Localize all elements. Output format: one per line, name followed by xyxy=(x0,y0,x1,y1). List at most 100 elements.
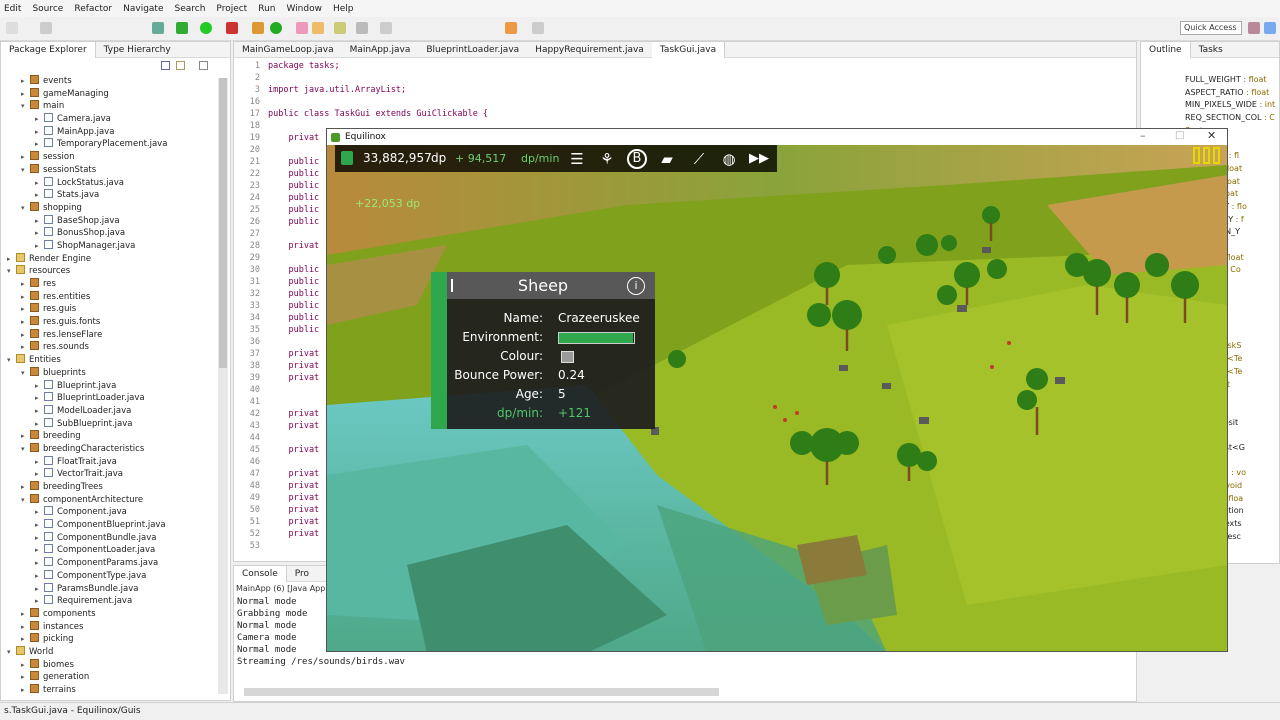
minimize-icon[interactable]: – xyxy=(1140,129,1146,143)
tree-item[interactable]: ▸ res.lenseFlare xyxy=(1,328,230,342)
twistie-icon[interactable]: ▸ xyxy=(35,595,44,608)
twistie-icon[interactable]: ▾ xyxy=(7,354,16,367)
tree-item[interactable]: ▸ VectorTrait.java xyxy=(1,468,230,481)
tree-item[interactable]: ▸ TemporaryPlacement.java xyxy=(1,138,230,151)
tree-item[interactable]: ▾ resources xyxy=(1,265,230,278)
tree-item[interactable]: ▸ SubBlueprint.java xyxy=(1,417,230,431)
tree-item[interactable]: ▸ ComponentBlueprint.java xyxy=(1,519,230,532)
tree-item[interactable]: ▸ ComponentParams.java xyxy=(1,557,230,570)
tree-item[interactable]: ▸ instances xyxy=(1,620,230,634)
back-icon[interactable] xyxy=(505,22,517,34)
java-perspective-icon[interactable] xyxy=(1264,22,1276,34)
twistie-icon[interactable]: ▸ xyxy=(21,291,30,304)
tree-item[interactable]: ▸ Camera.java xyxy=(1,113,230,126)
twistie-icon[interactable]: ▸ xyxy=(21,608,30,621)
tree-item[interactable]: ▾ blueprints xyxy=(1,366,230,380)
pause-icon[interactable] xyxy=(1193,147,1200,164)
tree-item[interactable]: ▾ breedingCharacteristics xyxy=(1,442,230,456)
tab-tasks[interactable]: Tasks xyxy=(1191,42,1231,58)
tree-item[interactable]: ▸ Stats.java xyxy=(1,189,230,202)
twistie-icon[interactable]: ▸ xyxy=(35,240,44,253)
menu-item[interactable]: Source xyxy=(32,4,63,14)
outline-item[interactable]: REQ_SECTION_COL : C xyxy=(1185,112,1279,125)
twistie-icon[interactable]: ▸ xyxy=(21,278,30,291)
twistie-icon[interactable]: ▸ xyxy=(21,88,30,101)
fast-forward-icon[interactable]: ▶▶ xyxy=(749,149,769,169)
tree-item[interactable]: ▸ Requirement.java xyxy=(1,595,230,608)
menu-item[interactable]: Search xyxy=(175,4,206,14)
tree-item[interactable]: ▸ breedingTrees xyxy=(1,481,230,494)
wand-icon[interactable]: ⟋ xyxy=(689,149,709,169)
tree-item[interactable]: ▸ res xyxy=(1,278,230,291)
tree-item[interactable]: ▸ terrains xyxy=(1,684,230,697)
twistie-icon[interactable]: ▾ xyxy=(21,164,30,177)
tab-progress[interactable]: Pro xyxy=(287,566,317,582)
menu-icon[interactable]: ☰ xyxy=(567,149,587,169)
tree-item[interactable]: ▾ main xyxy=(1,100,230,113)
menu-item[interactable]: Edit xyxy=(4,4,21,14)
twistie-icon[interactable]: ▸ xyxy=(35,380,44,393)
twistie-icon[interactable]: ▾ xyxy=(21,494,30,507)
quick-access-input[interactable]: Quick Access xyxy=(1180,21,1242,35)
tab-outline[interactable]: Outline xyxy=(1141,42,1191,58)
forward-icon[interactable] xyxy=(532,22,544,34)
scrollbar[interactable] xyxy=(218,78,228,694)
maximize-icon[interactable]: □ xyxy=(1175,129,1184,143)
twistie-icon[interactable]: ▸ xyxy=(35,519,44,532)
twistie-icon[interactable]: ▾ xyxy=(21,367,30,380)
tree-item[interactable]: ▸ events xyxy=(1,75,230,88)
tree-item[interactable]: ▾ shopping xyxy=(1,201,230,215)
editor-tab[interactable]: MainGameLoop.java xyxy=(234,42,342,58)
twistie-icon[interactable]: ▸ xyxy=(35,227,44,240)
tree-item[interactable]: ▸ res.sounds xyxy=(1,341,230,354)
pause-icon[interactable] xyxy=(1203,147,1210,164)
tree-item[interactable]: ▸ res.guis.fonts xyxy=(1,316,230,329)
outline-item[interactable]: MIN_PIXELS_WIDE : int xyxy=(1185,99,1279,112)
twistie-icon[interactable]: ▸ xyxy=(35,138,44,151)
run-icon[interactable] xyxy=(200,22,212,34)
twistie-icon[interactable]: ▸ xyxy=(21,659,30,672)
twistie-icon[interactable]: ▸ xyxy=(21,151,30,164)
twistie-icon[interactable]: ▸ xyxy=(35,506,44,519)
tree-item[interactable]: ▸ ShopManager.java xyxy=(1,239,230,253)
twistie-icon[interactable]: ▾ xyxy=(21,443,30,456)
collapse-all-icon[interactable] xyxy=(161,61,170,70)
tree-item[interactable]: ▸ res.entities xyxy=(1,290,230,304)
editor-tab[interactable]: TaskGui.java xyxy=(651,41,726,58)
twistie-icon[interactable]: ▸ xyxy=(35,418,44,431)
perspective-icon[interactable] xyxy=(1248,22,1260,34)
toggle-icon[interactable] xyxy=(380,22,392,34)
tree-item[interactable]: ▸ generation xyxy=(1,671,230,684)
menu-item[interactable]: Refactor xyxy=(74,4,112,14)
link-editor-icon[interactable] xyxy=(176,61,185,70)
menu-item[interactable]: Navigate xyxy=(123,4,163,14)
twistie-icon[interactable]: ▸ xyxy=(35,113,44,126)
twistie-icon[interactable]: ▾ xyxy=(7,646,16,659)
book-icon[interactable]: ▰ xyxy=(657,149,677,169)
twistie-icon[interactable]: ▸ xyxy=(35,583,44,596)
twistie-icon[interactable]: ▸ xyxy=(35,544,44,557)
twistie-icon[interactable]: ▸ xyxy=(21,621,30,634)
tree-item[interactable]: ▸ Render Engine xyxy=(1,252,230,266)
tree-item[interactable]: ▸ BlueprintLoader.java xyxy=(1,392,230,405)
tree-item[interactable]: ▸ MainApp.java xyxy=(1,125,230,139)
twistie-icon[interactable]: ▸ xyxy=(35,177,44,190)
twistie-icon[interactable]: ▸ xyxy=(21,430,30,443)
tree-item[interactable]: ▸ ParamsBundle.java xyxy=(1,582,230,596)
new-class-icon[interactable] xyxy=(270,22,282,34)
b-icon[interactable]: B xyxy=(627,149,647,169)
tree-item[interactable]: ▸ session xyxy=(1,151,230,164)
twistie-icon[interactable]: ▸ xyxy=(35,468,44,481)
tree-item[interactable]: ▸ breeding xyxy=(1,430,230,443)
outline-item[interactable]: FULL_WEIGHT : float xyxy=(1185,74,1279,87)
editor-tab[interactable]: MainApp.java xyxy=(342,42,419,58)
tree-item[interactable]: ▸ LockStatus.java xyxy=(1,176,230,190)
tab-type-hierarchy[interactable]: Type Hierarchy xyxy=(96,42,179,58)
new-java-package-icon[interactable] xyxy=(252,22,264,34)
twistie-icon[interactable]: ▸ xyxy=(21,481,30,494)
scrollbar-thumb[interactable] xyxy=(219,78,227,368)
tree-item[interactable]: ▸ FloatTrait.java xyxy=(1,455,230,469)
twistie-icon[interactable]: ▸ xyxy=(21,303,30,316)
twistie-icon[interactable]: ▸ xyxy=(35,126,44,139)
debug-icon[interactable] xyxy=(176,22,188,34)
